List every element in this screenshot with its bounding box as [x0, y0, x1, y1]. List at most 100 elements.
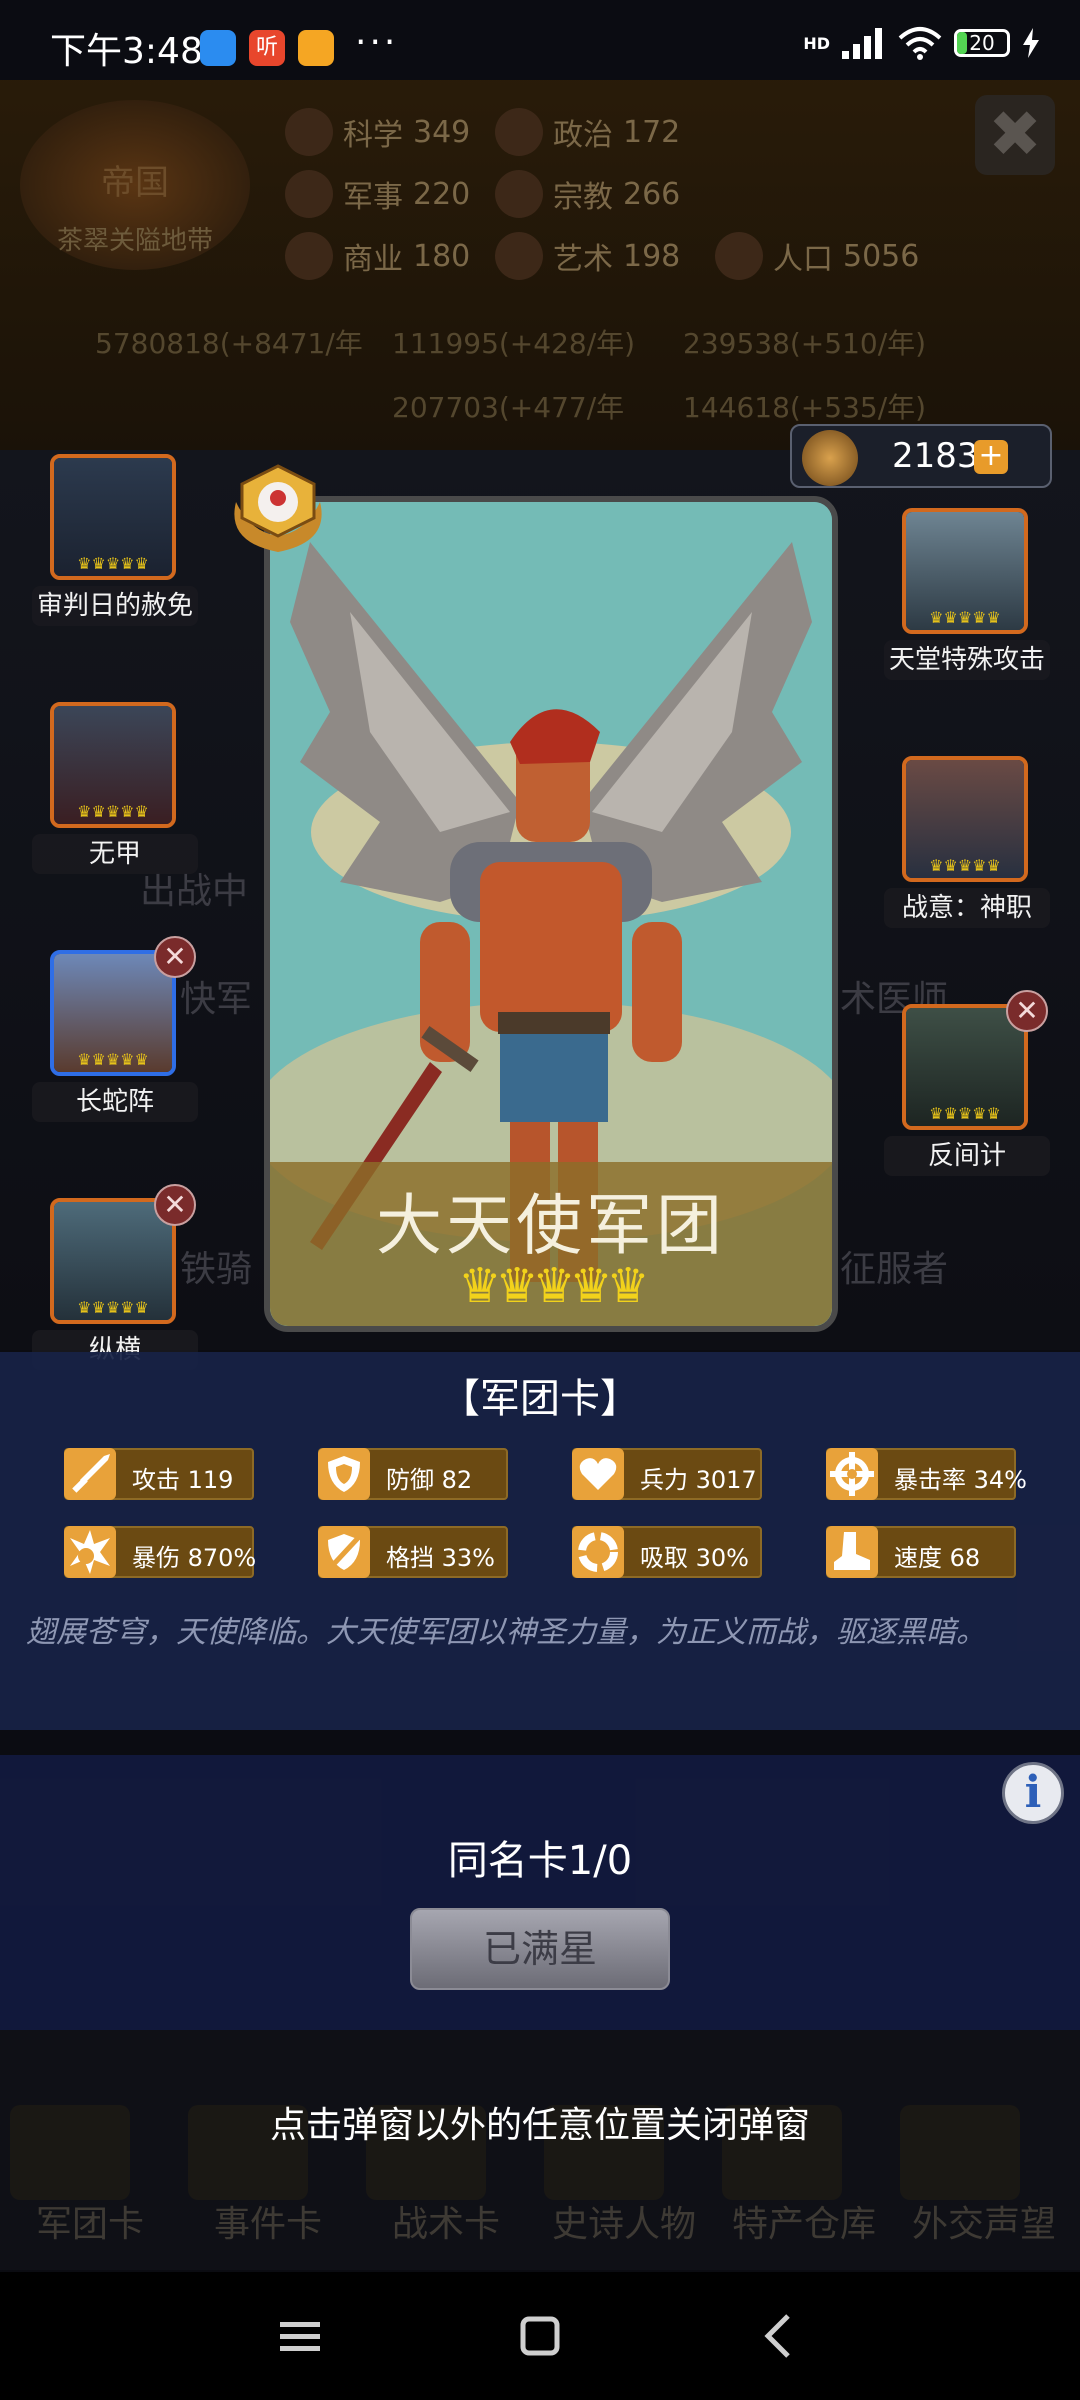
slot-name: 反间计	[884, 1136, 1050, 1176]
currency-counter: 2183 +	[790, 424, 1052, 488]
legion-card: 大天使军团 ♛♛♛♛♛	[264, 496, 838, 1332]
attribute-crit-rate: 暴击率 34%	[824, 1446, 1027, 1502]
slot-zongheng[interactable]: ♛♛♛♛♛ ✕ 纵横	[32, 1184, 198, 1370]
stat-label: 商业	[343, 242, 403, 277]
card-description: 翅展苍穹，天使降临。大天使军团以神圣力量，为正义而战，驱逐黑暗。	[26, 1615, 986, 1650]
tab-warehouse[interactable]: 特产仓库	[710, 2195, 898, 2247]
tab-event-cards[interactable]: 事件卡	[188, 2195, 348, 2247]
religion-icon	[495, 170, 543, 218]
stat-label: 人口	[773, 242, 833, 277]
sword-icon	[62, 1446, 118, 1502]
add-currency-button[interactable]: +	[974, 440, 1008, 474]
max-star-button[interactable]: 已满星	[410, 1908, 670, 1990]
resource-weapons: 239538(+510/年)	[683, 327, 927, 360]
slot-name: 天堂特殊攻击	[884, 640, 1050, 680]
slot-heaven-special-attack[interactable]: ♛♛♛♛♛ 天堂特殊攻击	[884, 508, 1050, 680]
stat-science: 科学 349	[285, 108, 470, 156]
empire-emblem-title: 帝国	[101, 163, 169, 203]
wifi-icon	[898, 27, 942, 60]
stat-value: 349	[413, 114, 471, 150]
stat-value: 180	[413, 238, 471, 274]
back-icon[interactable]	[750, 2306, 810, 2366]
slot-stars: ♛♛♛♛♛	[929, 856, 1001, 875]
slot-stars: ♛♛♛♛♛	[77, 802, 149, 821]
medal-icon	[802, 430, 858, 486]
slot-name: 战意：神职	[884, 888, 1050, 928]
slot-stars: ♛♛♛♛♛	[77, 554, 149, 573]
stat-label: 宗教	[553, 180, 613, 215]
close-empire-button[interactable]: ✖	[975, 95, 1055, 175]
battery-level: 20	[969, 31, 995, 55]
stat-value: 220	[413, 176, 471, 212]
slot-stars: ♛♛♛♛♛	[929, 1104, 1001, 1123]
slot-frame: ♛♛♛♛♛	[50, 454, 176, 580]
attribute-label: 吸取 30%	[640, 1544, 749, 1572]
attribute-troops: 兵力 3017	[572, 1448, 762, 1500]
resource-food: 144618(+535/年)	[683, 391, 927, 424]
stat-label: 科学	[343, 118, 403, 153]
stat-religion: 宗教 266	[495, 170, 680, 218]
status-right: HD 20	[803, 26, 1040, 60]
slot-long-snake-formation[interactable]: ♛♛♛♛♛ ✕ 长蛇阵	[32, 936, 198, 1122]
system-navigation-bar	[0, 2272, 1080, 2400]
resource-iron: 111995(+428/年)	[392, 327, 636, 360]
stat-value: 172	[623, 114, 681, 150]
status-time: 下午3:48	[50, 31, 203, 72]
stat-label: 艺术	[553, 242, 613, 277]
slot-stars: ♛♛♛♛♛	[77, 1298, 149, 1317]
stat-military: 军事 220	[285, 170, 470, 218]
card-name: 大天使军团	[376, 1187, 726, 1264]
attribute-crit-damage: 暴伤 870%	[62, 1524, 257, 1580]
remove-slot-button[interactable]: ✕	[154, 936, 196, 978]
tab-tactic-cards[interactable]: 战术卡	[366, 2195, 526, 2247]
slot-counter-espionage[interactable]: ♛♛♛♛♛ ✕ 反间计	[884, 990, 1050, 1176]
stat-politics: 政治 172	[495, 108, 680, 156]
art-icon	[495, 232, 543, 280]
attribute-drain: 吸取 30%	[572, 1526, 762, 1578]
attribute-speed: 速度 68	[826, 1526, 1016, 1578]
stat-label: 军事	[343, 180, 403, 215]
bg-text: 征服者	[840, 1249, 949, 1290]
slot-stars: ♛♛♛♛♛	[929, 608, 1001, 627]
attribute-label: 速度 68	[894, 1544, 981, 1572]
attribute-label: 格挡 33%	[386, 1544, 495, 1572]
close-popup-hint[interactable]: 点击弹窗以外的任意位置关闭弹窗	[0, 2096, 1080, 2148]
slot-judgment-pardon[interactable]: ♛♛♛♛♛ 审判日的赦免	[32, 454, 198, 626]
slot-no-armor[interactable]: ♛♛♛♛♛ 无甲	[32, 702, 198, 874]
burst-icon	[62, 1524, 118, 1580]
menu-icon[interactable]	[270, 2306, 330, 2366]
slot-frame: ♛♛♛♛♛	[50, 702, 176, 828]
slot-stars: ♛♛♛♛♛	[77, 1050, 149, 1069]
attribute-label: 暴击率 34%	[894, 1466, 1027, 1494]
attribute-attack: 攻击 119	[64, 1448, 254, 1500]
crosshair-icon	[824, 1446, 880, 1502]
tab-diplomacy[interactable]: 外交声望	[890, 2195, 1078, 2247]
attribute-label: 攻击 119	[132, 1466, 234, 1494]
stat-commerce: 商业 180	[285, 232, 470, 280]
charging-icon	[1023, 28, 1039, 58]
card-type-title: 【军团卡】	[440, 1376, 640, 1422]
tab-legion-cards[interactable]: 军团卡	[10, 2195, 170, 2247]
bg-text: 快军	[180, 979, 253, 1020]
stat-value: 198	[623, 238, 681, 274]
attribute-label: 暴伤 870%	[132, 1544, 257, 1572]
home-icon[interactable]	[510, 2306, 570, 2366]
status-bar: 下午3:48 听 ··· HD 20	[0, 0, 1080, 96]
attribute-label: 兵力 3017	[640, 1466, 757, 1494]
stat-value: 5056	[843, 238, 920, 274]
remove-slot-button[interactable]: ✕	[154, 1184, 196, 1226]
listen-app-icon: 听	[249, 30, 285, 66]
stat-art: 艺术 198	[495, 232, 680, 280]
slot-name: 长蛇阵	[32, 1082, 198, 1122]
slot-battle-will-clergy[interactable]: ♛♛♛♛♛ 战意：神职	[884, 756, 1050, 928]
orange-app-icon	[298, 30, 334, 66]
stat-population: 人口 5056	[715, 232, 919, 280]
tab-epic-figures[interactable]: 史诗人物	[530, 2195, 718, 2247]
boot-icon	[824, 1524, 880, 1580]
bg-text: 铁骑	[180, 1249, 253, 1290]
remove-slot-button[interactable]: ✕	[1006, 990, 1048, 1032]
info-button[interactable]: i	[1002, 1762, 1064, 1824]
slot-frame: ♛♛♛♛♛	[902, 756, 1028, 882]
signal-icon	[842, 28, 882, 59]
politics-icon	[495, 108, 543, 156]
